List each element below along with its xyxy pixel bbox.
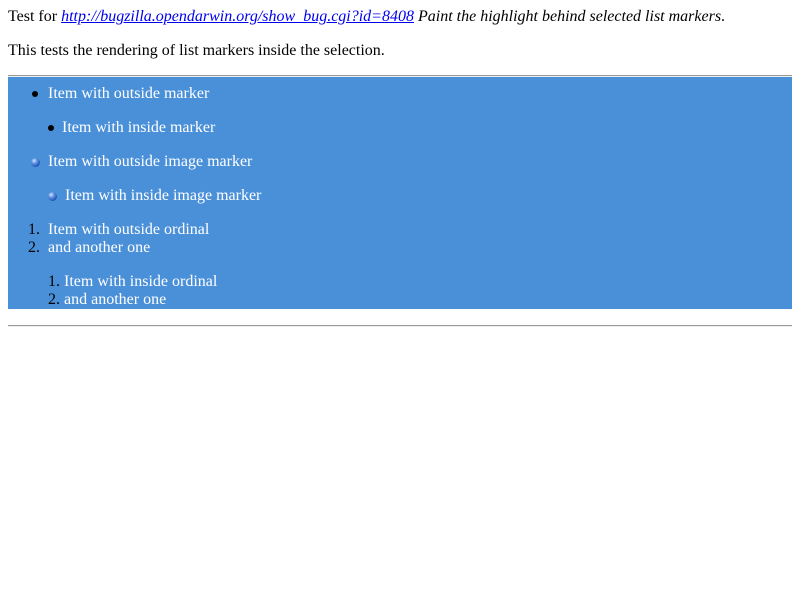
test-intro: Test for http://bugzilla.opendarwin.org/… <box>8 8 792 26</box>
list-item-label: Item with outside image marker <box>48 153 253 170</box>
list-item-inside-image-marker: Item with inside image marker <box>8 187 792 205</box>
list-item-inside-ordinal: 1. Item with inside ordinal <box>8 273 792 291</box>
list-item-label: Item with outside ordinal <box>48 221 210 238</box>
selection-highlight: Item with outside marker Item with insid… <box>8 77 792 309</box>
test-description: This tests the rendering of list markers… <box>8 42 385 59</box>
bug-link[interactable]: http://bugzilla.opendarwin.org/show_bug.… <box>61 8 414 25</box>
blue-ball-icon <box>31 158 40 167</box>
bullet-disc-icon <box>48 125 54 131</box>
ordinal-marker: 2. <box>48 291 60 308</box>
list-item-label: Item with inside image marker <box>65 187 262 204</box>
ordinal-marker: 1. <box>28 221 40 238</box>
list-item-outside-image-marker: Item with outside image marker <box>8 153 792 171</box>
list-item-outside-ordinal: 1. Item with outside ordinal <box>8 221 792 239</box>
intro-prefix: Test for <box>8 8 62 25</box>
list-item-outside-marker: Item with outside marker <box>8 85 792 103</box>
list-item-inside-ordinal: 2. and another one <box>8 291 792 309</box>
list-item-label: and another one <box>48 239 151 256</box>
list-item-outside-ordinal: 2. and another one <box>8 239 792 257</box>
list-item-label: Item with inside marker <box>62 119 216 136</box>
list-item-inside-marker: Item with inside marker <box>8 119 792 137</box>
test-title: Paint the highlight behind selected list… <box>413 8 722 25</box>
list-item-label: Item with outside marker <box>48 85 210 102</box>
page-content: Test for http://bugzilla.opendarwin.org/… <box>8 8 792 327</box>
list-item-label: Item with inside ordinal <box>64 273 218 290</box>
bottom-divider <box>8 325 792 327</box>
blue-ball-icon <box>48 192 57 201</box>
intro-suffix: . <box>721 8 726 25</box>
ordinal-marker: 1. <box>48 273 60 290</box>
ordinal-marker: 2. <box>28 239 40 256</box>
list-item-label: and another one <box>64 291 167 308</box>
bullet-disc-icon <box>32 91 38 97</box>
